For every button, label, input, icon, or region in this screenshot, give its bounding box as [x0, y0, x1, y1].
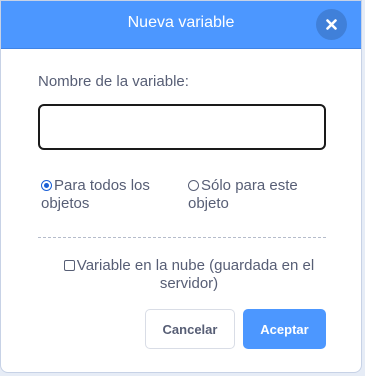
scope-option-this-sprite-label: Sólo para este objeto: [188, 177, 298, 212]
new-variable-dialog: Nueva variable Nombre de la variable: Pa…: [0, 0, 362, 373]
scope-option-all-sprites[interactable]: Para todos los objetos: [41, 177, 181, 213]
ok-button[interactable]: Aceptar: [243, 309, 326, 349]
close-icon: [326, 19, 337, 30]
scope-option-this-sprite[interactable]: Sólo para este objeto: [188, 177, 328, 213]
scope-radio-group: Para todos los objetos Sólo para este ob…: [41, 177, 326, 217]
dashed-divider: [38, 237, 326, 238]
cloud-variable-checkbox[interactable]: [63, 260, 75, 271]
cloud-variable-option[interactable]: Variable en la nube (guardada en el serv…: [49, 257, 329, 293]
radio-button-this-sprite[interactable]: [188, 180, 199, 191]
dialog-title: Nueva variable: [127, 14, 235, 31]
cancel-button[interactable]: Cancelar: [145, 309, 235, 349]
scope-option-all-sprites-label: Para todos los objetos: [41, 177, 150, 212]
radio-button-all-sprites[interactable]: [41, 180, 52, 191]
variable-name-label: Nombre de la variable:: [38, 73, 189, 90]
dialog-header: Nueva variable: [1, 1, 361, 49]
close-button[interactable]: [316, 9, 347, 40]
variable-name-input[interactable]: [38, 104, 326, 150]
cloud-variable-label: Variable en la nube (guardada en el serv…: [76, 257, 315, 292]
